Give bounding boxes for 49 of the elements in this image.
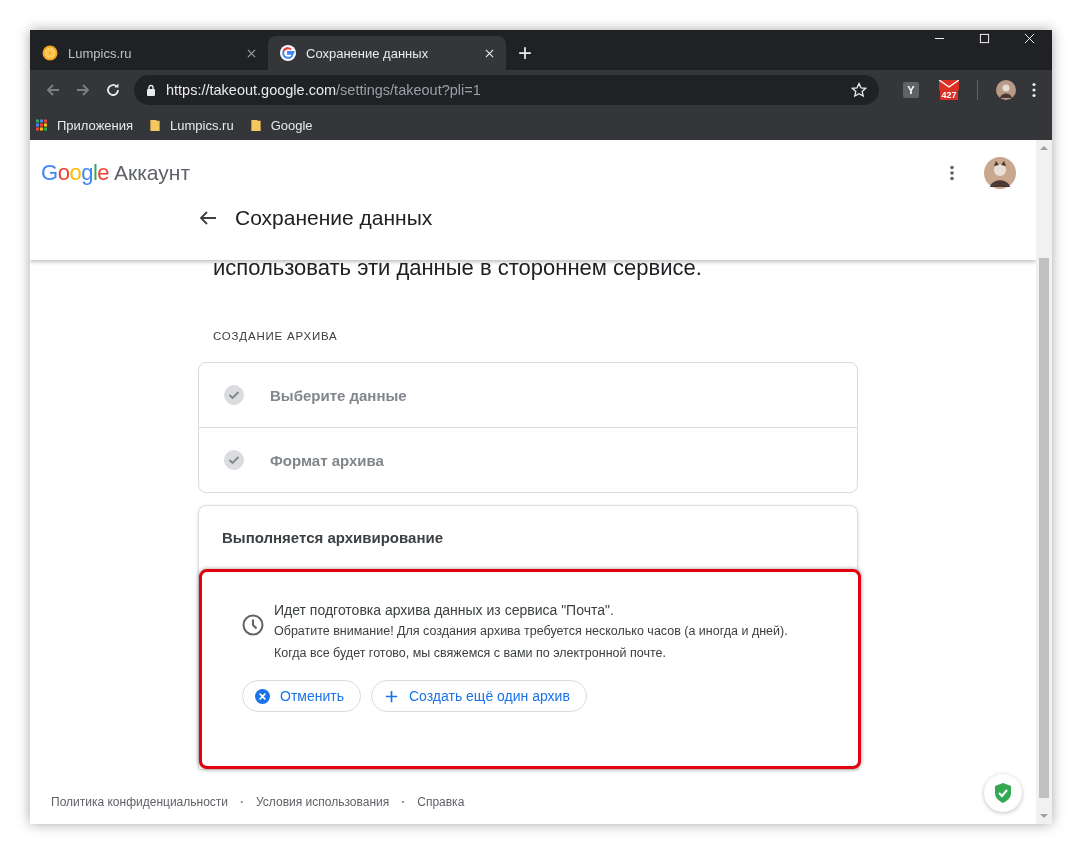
folder-icon <box>149 118 162 132</box>
browser-tab[interactable]: Lumpics.ru <box>30 36 268 70</box>
profile-avatar[interactable] <box>996 80 1016 100</box>
url-text: https://takeout.google.com/settings/takeout?pli=1 <box>166 82 482 98</box>
citrus-slice-icon <box>42 45 58 61</box>
shield-check-icon <box>993 782 1013 804</box>
more-icon[interactable] <box>950 165 954 181</box>
step-label: Выберите данные <box>270 386 407 404</box>
plus-icon <box>384 688 399 704</box>
status-text: Идет подготовка архива данных из сервиса "Почта". <box>274 601 615 620</box>
product-name: Аккаунт <box>114 161 191 185</box>
browser-tab[interactable]: Сохранение данных <box>268 36 506 70</box>
bookmark-item[interactable]: Приложения <box>36 117 134 133</box>
cancel-icon <box>255 688 270 704</box>
footer-separator: · <box>240 795 245 809</box>
bookmark-item[interactable]: Google <box>249 117 313 133</box>
intro-text: использовать эти данные в стороннем сервисе. <box>212 254 703 282</box>
address-bar[interactable]: https://takeout.google.com/settings/takeout?pli=1 <box>134 75 879 105</box>
cancel-button[interactable]: Отменить <box>242 680 361 712</box>
google-logo[interactable]: Google <box>41 160 109 186</box>
new-tab-button[interactable]: + <box>506 36 544 70</box>
step-label: Формат архива <box>270 451 384 469</box>
lock-icon <box>146 84 156 96</box>
close-icon[interactable] <box>247 48 256 58</box>
profile-avatar[interactable] <box>984 157 1016 189</box>
create-archive-button[interactable]: Создать ещё один архив <box>371 680 587 712</box>
page-title: Сохранение данных <box>235 206 433 230</box>
menu-icon[interactable] <box>1032 82 1036 98</box>
progress-title: Выполняется архивирование <box>221 528 444 548</box>
footer-link[interactable]: Условия использования <box>256 795 390 809</box>
note-text: Обратите внимание! Для создания архива требуется несколько часов (а иногда и дней). Когда все будет готово, мы свяжемся с вами по электронной почте. <box>274 623 789 662</box>
folder-icon <box>249 118 262 132</box>
reload-icon[interactable] <box>105 82 121 98</box>
star-icon[interactable] <box>851 82 867 98</box>
apps-grid-icon <box>36 118 48 132</box>
google-g-icon <box>280 45 296 61</box>
security-button[interactable] <box>984 774 1022 812</box>
footer-separator: · <box>401 795 406 809</box>
clock-icon <box>242 614 264 636</box>
step-row[interactable]: Выберите данные <box>199 363 857 427</box>
back-arrow-icon[interactable] <box>199 210 217 226</box>
bookmark-item[interactable]: Lumpics.ru <box>149 117 234 133</box>
section-label: СОЗДАНИЕ АРХИВА <box>213 330 339 342</box>
step-row[interactable]: Формат архива <box>199 427 857 492</box>
maximize-icon[interactable] <box>979 33 990 44</box>
footer-link[interactable]: Справка <box>417 795 465 809</box>
forward-arrow-icon[interactable] <box>75 82 91 98</box>
extension-button[interactable]: Y <box>903 82 919 98</box>
footer-link[interactable]: Политика конфиденциальности <box>51 795 229 809</box>
